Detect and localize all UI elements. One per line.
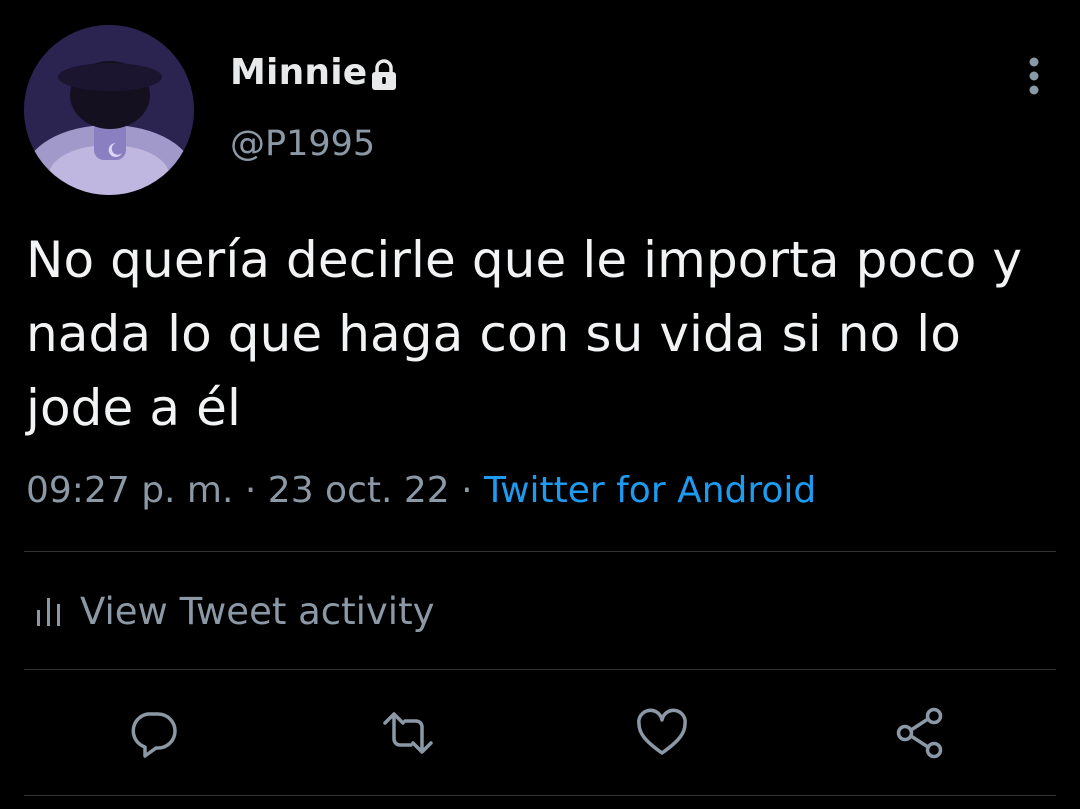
divider (24, 551, 1056, 552)
lock-icon (372, 59, 396, 90)
retweet-icon (383, 712, 433, 754)
more-vertical-icon[interactable] (1018, 56, 1050, 96)
share-button[interactable] (893, 706, 947, 760)
avatar-image (24, 25, 194, 195)
tweet-metadata: 09:27 p. m. · 23 oct. 22 · Twitter for A… (26, 470, 816, 511)
tweet-text: No quería decirle que le importa poco y … (26, 231, 1023, 437)
tweet-time[interactable]: 09:27 p. m. (26, 470, 233, 511)
divider (24, 795, 1056, 796)
meta-separator: · (233, 470, 268, 511)
heart-icon (637, 708, 687, 755)
share-icon (896, 707, 943, 759)
user-handle[interactable]: @P1995 (230, 124, 375, 164)
divider (24, 669, 1056, 670)
reply-button[interactable] (126, 706, 180, 760)
like-button[interactable] (635, 706, 689, 760)
tweet-date[interactable]: 23 oct. 22 (268, 470, 450, 511)
retweet-button[interactable] (381, 706, 435, 760)
tweet-detail: Minnie @P1995 No quería decirle que le i… (0, 0, 1080, 809)
meta-separator: · (449, 470, 485, 511)
bar-chart-icon (37, 598, 60, 626)
reply-icon (131, 712, 177, 758)
avatar[interactable] (24, 25, 194, 195)
tweet-source-link[interactable]: Twitter for Android (484, 470, 816, 511)
view-tweet-activity-label: View Tweet activity (80, 589, 435, 633)
view-tweet-activity-button[interactable]: View Tweet activity (34, 585, 434, 637)
display-name[interactable]: Minnie (230, 52, 367, 93)
